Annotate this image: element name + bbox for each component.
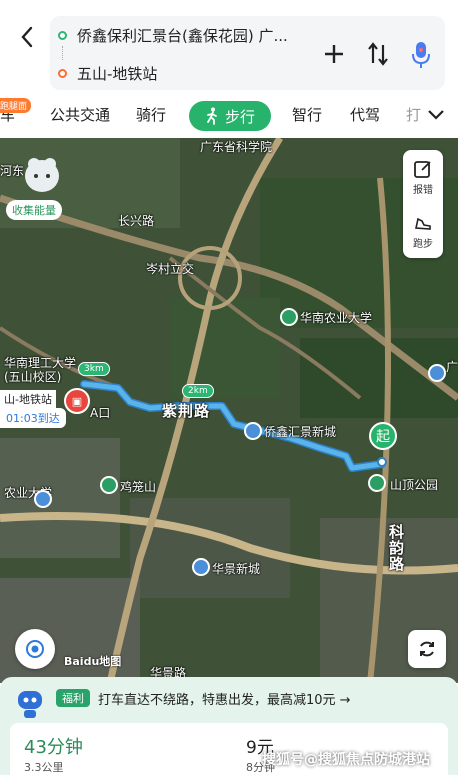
distance-marker: 3km — [78, 362, 110, 376]
locate-icon — [26, 640, 44, 658]
taxi-promo-banner[interactable]: 福利 打车直达不绕路，特惠出发，最高减10元 → — [12, 687, 351, 718]
destination-text[interactable]: 五山-地铁站 — [77, 63, 287, 84]
poi-pin-icon[interactable] — [192, 558, 210, 576]
poi-pin-icon[interactable] — [280, 308, 298, 326]
poi-pin-icon[interactable] — [428, 364, 446, 382]
map-label: 山顶公园 — [390, 478, 439, 492]
tab-smart[interactable]: 智行 — [292, 104, 322, 125]
road-label: 科韵路 — [387, 524, 405, 572]
map-label: 华景新城 — [212, 562, 261, 576]
map-label: 华南理工大学(五山校区) — [4, 356, 77, 384]
walk-duration: 43分钟 — [24, 737, 83, 758]
voice-input-icon[interactable] — [410, 40, 432, 70]
promo-text: 打车直达不绕路，特惠出发，最高减10元 → — [98, 692, 351, 708]
map-label: 华南农业大学 — [300, 311, 373, 325]
baidu-logo: Baidu地图 — [64, 655, 122, 668]
start-pin-icon[interactable]: 起 — [369, 422, 397, 450]
map-label: 长兴路 — [118, 214, 155, 228]
map-label: 鸡笼山 — [120, 480, 157, 494]
poi-pin-icon[interactable] — [100, 476, 118, 494]
map-label: 河东 — [0, 164, 25, 178]
destination-dot-icon — [58, 68, 67, 78]
poi-pin-icon[interactable] — [244, 422, 262, 440]
map-label: 广东省科学院 — [200, 140, 273, 154]
tab-cycling[interactable]: 骑行 — [136, 104, 166, 125]
travel-mode-tabs: 跑腿面 车 公共交通 骑行 步行 智行 代驾 打 — [0, 98, 458, 138]
map-label: 广 — [446, 360, 458, 374]
refresh-icon — [420, 641, 434, 657]
map-view[interactable]: 广东省科学院 河东 长兴路 岑村立交 华南农业大学 华南理工大学(五山校区) 紫… — [0, 138, 458, 683]
swap-route-icon[interactable] — [366, 41, 390, 67]
exit-label: A口 — [90, 406, 111, 420]
route-header: 侨鑫保利汇景台(鑫保花园) 广... 五山-地铁站 — [0, 0, 458, 98]
tab-taxi[interactable]: 跑腿面 车 — [0, 98, 32, 125]
chevron-down-icon[interactable] — [427, 108, 445, 122]
arrival-time: 01:03到达 — [0, 408, 66, 428]
origin-row[interactable]: 侨鑫保利汇景台(鑫保花园) 广... — [50, 20, 287, 50]
destination-pin-icon[interactable]: ▣ — [64, 388, 90, 414]
destination-row[interactable]: 五山-地铁站 — [50, 58, 287, 88]
distance-marker: 2km — [182, 384, 214, 398]
route-input-box: 侨鑫保利汇景台(鑫保花园) 广... 五山-地铁站 — [50, 16, 445, 90]
tab-more[interactable]: 打 — [406, 104, 421, 125]
origin-text[interactable]: 侨鑫保利汇景台(鑫保花园) 广... — [77, 25, 287, 46]
promo-badge: 福利 — [56, 689, 90, 707]
tab-designated-driver[interactable]: 代驾 — [350, 104, 380, 125]
running-shoe-icon — [415, 217, 431, 230]
tab-badge: 跑腿面 — [0, 98, 32, 113]
mascot-icon[interactable] — [22, 154, 62, 196]
poi-pin-icon[interactable] — [34, 490, 52, 508]
add-waypoint-icon[interactable] — [322, 42, 346, 66]
watermark: 搜狐号@搜狐焦点防城港站 — [262, 752, 430, 768]
robot-icon — [18, 691, 42, 718]
collect-energy-button[interactable]: 收集能量 — [6, 200, 62, 220]
tab-public-transit[interactable]: 公共交通 — [50, 104, 110, 125]
walking-icon — [207, 107, 217, 125]
tab-walking[interactable]: 步行 — [189, 101, 271, 131]
running-button[interactable]: 跑步 — [403, 204, 443, 258]
poi-pin-icon[interactable] — [368, 474, 386, 492]
back-arrow-icon — [21, 26, 33, 48]
back-button[interactable] — [14, 22, 40, 52]
walk-distance: 3.3公里 — [24, 761, 64, 774]
tab-label: 步行 — [224, 107, 255, 126]
edit-icon — [414, 160, 431, 178]
map-tools: 报错 跑步 — [403, 150, 443, 258]
map-label: 岑村立交 — [146, 262, 195, 276]
locate-button[interactable] — [15, 629, 55, 669]
destination-map-label: 山-地铁站 — [0, 390, 56, 408]
report-error-button[interactable]: 报错 — [403, 150, 443, 204]
map-label: 侨鑫汇景新城 — [264, 425, 337, 439]
origin-dot-icon — [58, 30, 67, 40]
road-label: 紫荆路 — [162, 402, 211, 420]
tool-label: 报错 — [413, 184, 433, 196]
tool-label: 跑步 — [413, 238, 433, 250]
start-pin-label: 起 — [376, 429, 390, 445]
refresh-button[interactable] — [408, 630, 446, 668]
